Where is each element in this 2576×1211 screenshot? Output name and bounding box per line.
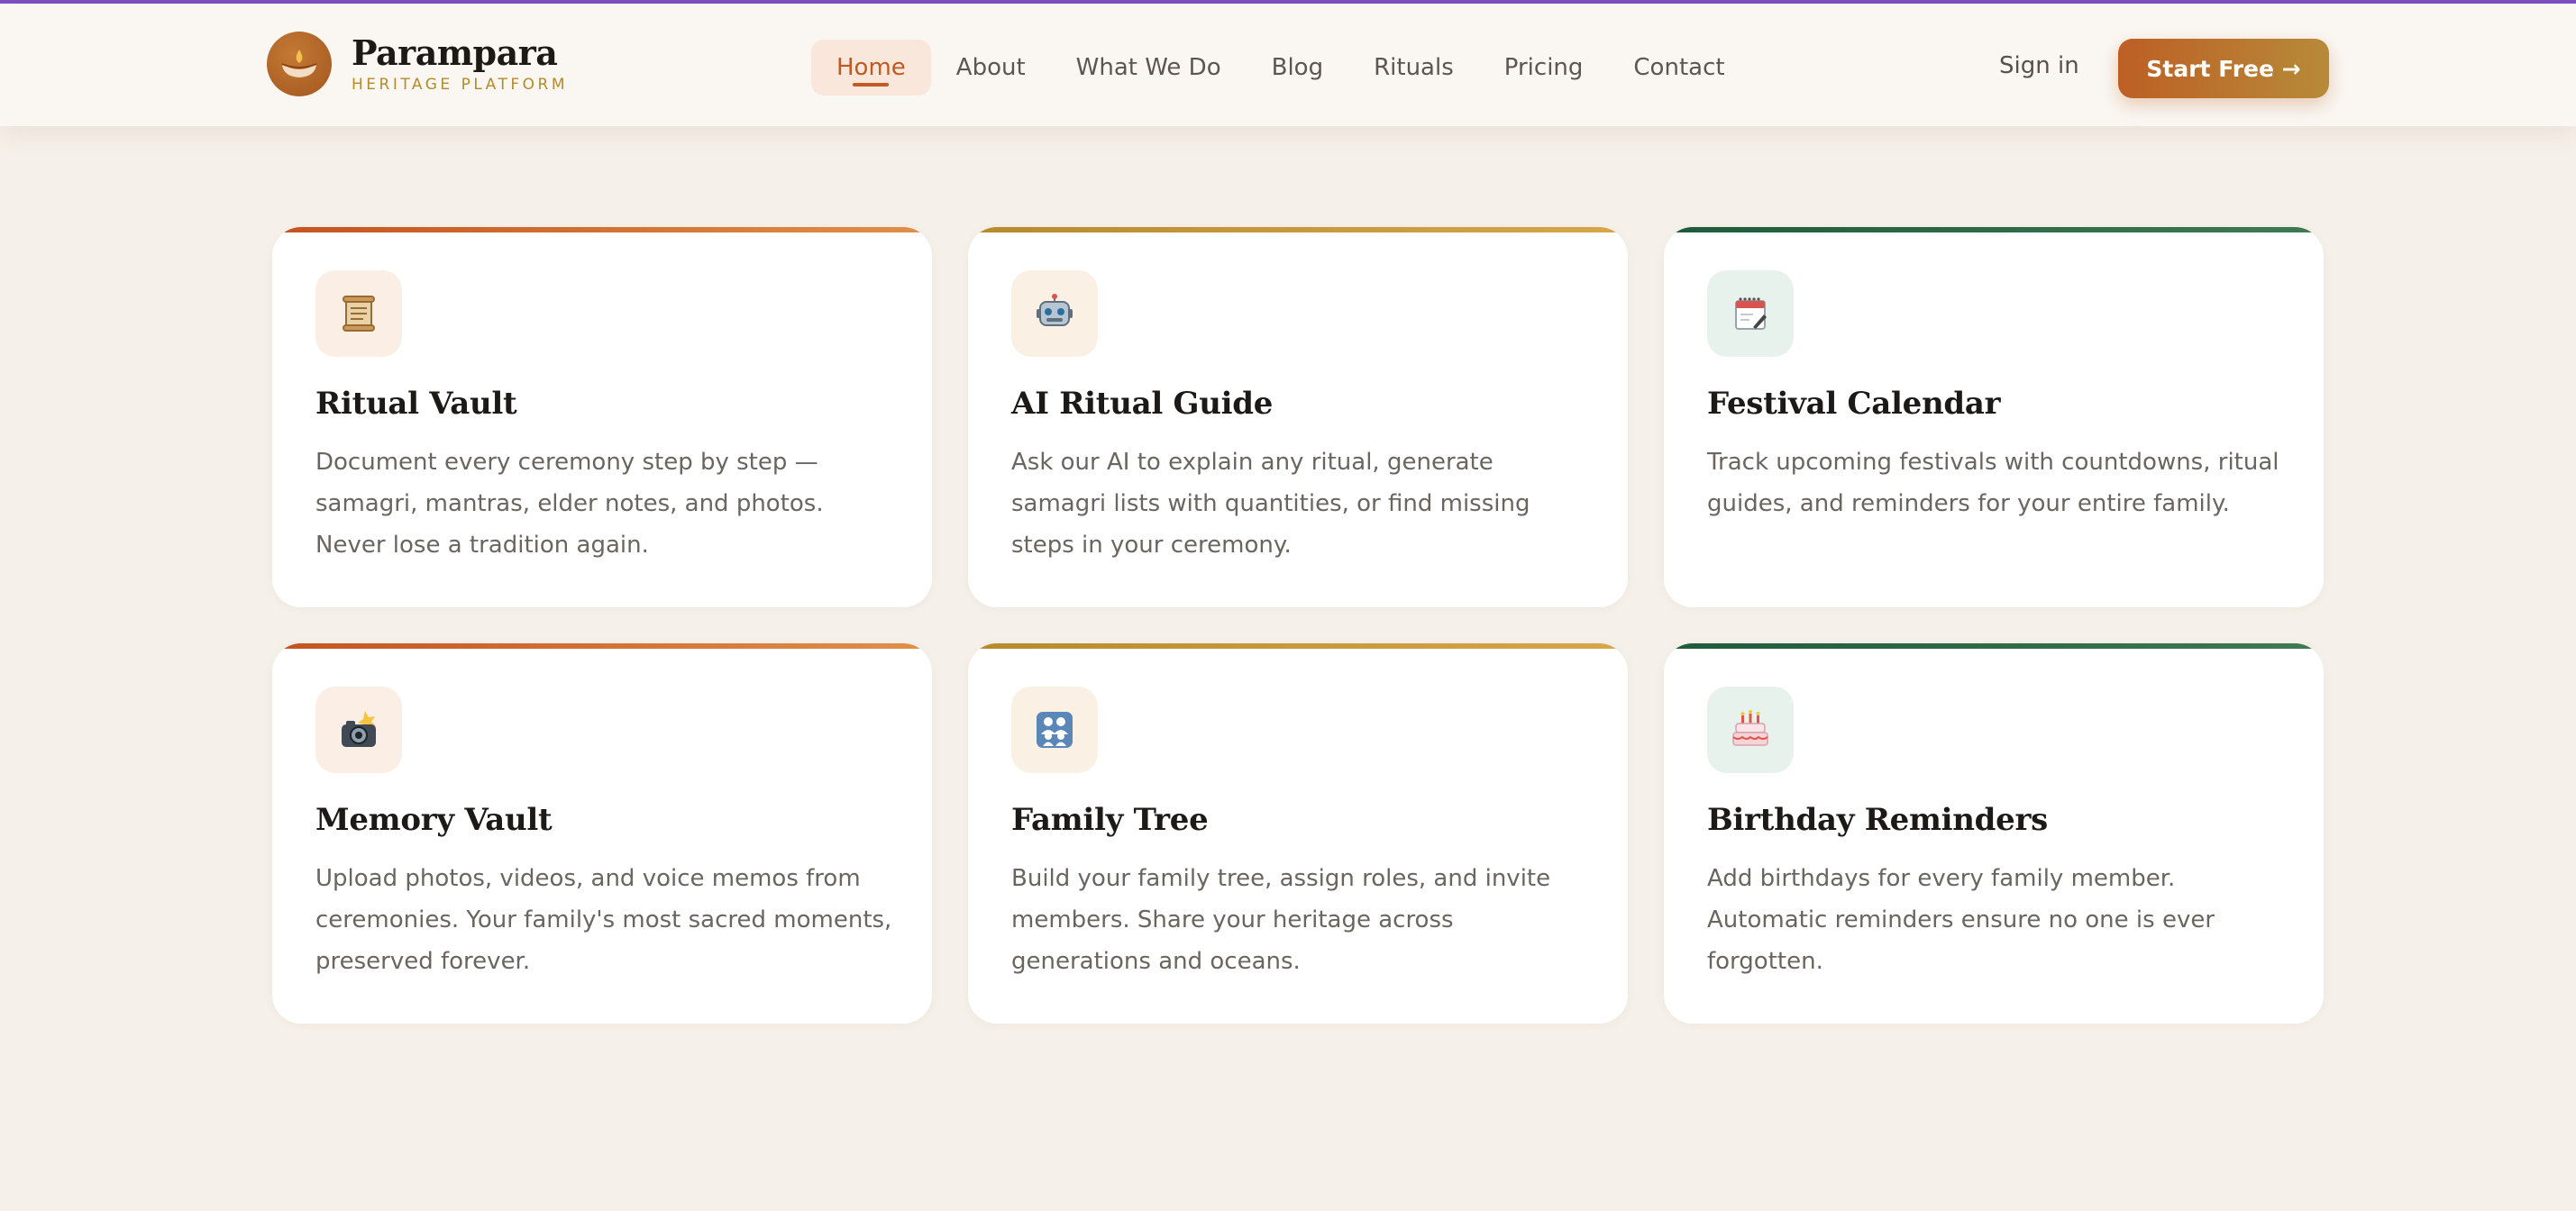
feature-title: Family Tree [1011, 802, 1209, 838]
feature-title: AI Ritual Guide [1011, 386, 1274, 422]
sign-in-link[interactable]: Sign in [1999, 52, 2079, 79]
brand-name: Parampara [352, 32, 558, 73]
feature-description: Add birthdays for every family member. A… [1707, 865, 2215, 975]
nav-home[interactable]: Home [811, 40, 931, 96]
feature-title: Memory Vault [315, 802, 553, 838]
feature-card-ai-ritual-guide[interactable]: AI Ritual Guide Ask our AI to explain an… [968, 227, 1628, 607]
brand-tagline: HERITAGE PLATFORM [352, 76, 569, 94]
feature-description: Ask our AI to explain any ritual, genera… [1011, 449, 1530, 559]
feature-description: Build your family tree, assign roles, an… [1011, 865, 1551, 975]
camera-flash-icon [315, 687, 402, 773]
nav-rituals[interactable]: Rituals [1348, 40, 1479, 96]
feature-card-family-tree[interactable]: Family Tree Build your family tree, assi… [968, 643, 1628, 1024]
brand[interactable]: Parampara HERITAGE PLATFORM [267, 32, 568, 96]
nav-blog[interactable]: Blog [1247, 40, 1348, 96]
nav-pricing[interactable]: Pricing [1479, 40, 1609, 96]
feature-card-festival-calendar[interactable]: Festival Calendar Track upcoming festiva… [1664, 227, 2324, 607]
calendar-icon [1707, 270, 1794, 357]
nav-what-we-do[interactable]: What We Do [1051, 40, 1247, 96]
main-nav: Home About What We Do Blog Rituals Prici… [811, 40, 1750, 96]
robot-icon [1011, 270, 1098, 357]
feature-title: Festival Calendar [1707, 386, 2001, 422]
navbar: Parampara HERITAGE PLATFORM Home About W… [0, 4, 2576, 126]
scroll-icon [315, 270, 402, 357]
feature-card-ritual-vault[interactable]: Ritual Vault Document every ceremony ste… [272, 227, 932, 607]
start-free-button[interactable]: Start Free → [2118, 39, 2329, 98]
family-icon [1011, 687, 1098, 773]
feature-card-birthday-reminders[interactable]: Birthday Reminders Add birthdays for eve… [1664, 643, 2324, 1024]
diya-lamp-icon [267, 32, 332, 96]
nav-contact[interactable]: Contact [1608, 40, 1749, 96]
feature-title: Birthday Reminders [1707, 802, 2048, 838]
feature-card-memory-vault[interactable]: Memory Vault Upload photos, videos, and … [272, 643, 932, 1024]
birthday-cake-icon [1707, 687, 1794, 773]
feature-title: Ritual Vault [315, 386, 517, 422]
features-grid: Ritual Vault Document every ceremony ste… [272, 227, 2324, 1024]
feature-description: Document every ceremony step by step — s… [315, 449, 824, 559]
feature-description: Track upcoming festivals with countdowns… [1707, 449, 2279, 517]
nav-about[interactable]: About [931, 40, 1051, 96]
feature-description: Upload photos, videos, and voice memos f… [315, 865, 892, 975]
